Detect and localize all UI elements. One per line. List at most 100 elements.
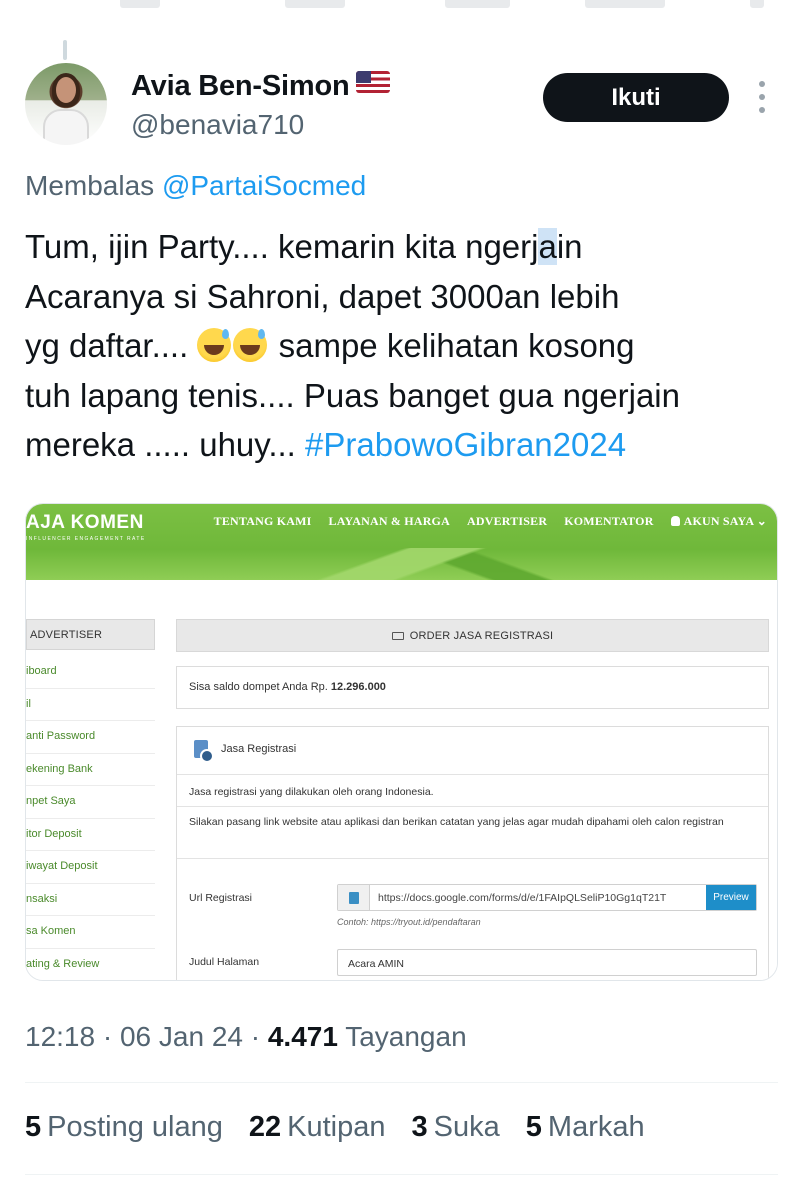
stat-count: 22 (248, 1111, 282, 1143)
logo-text: AJA KOMEN (26, 512, 144, 533)
sidebar-item: ating & Review (26, 949, 155, 981)
like-icon (445, 0, 510, 8)
tweet-line2: Acaranya si Sahroni, dapet 3000an lebih (25, 277, 620, 315)
url-field: https://docs.google.com/forms/d/e/1FAIpQ… (378, 892, 667, 904)
nav-akun-saya-label: AKUN SAYA (683, 514, 754, 528)
sidebar-item: il (26, 689, 155, 721)
logo-tagline: INFLUENCER ENGAGEMENT RATE (26, 536, 146, 542)
sweat-smile-emoji-icon (233, 328, 268, 362)
balance-box: Sisa saldo dompet Anda Rp. 12.296.000 (176, 666, 769, 709)
sidebar-item: ekening Bank (26, 754, 155, 786)
tweet-line5: mereka ..... uhuy... (25, 426, 296, 463)
sweat-smile-emoji-icon (197, 328, 232, 362)
nav-komentator: KOMENTATOR (564, 514, 654, 528)
panel-header: Jasa Registrasi (177, 727, 768, 775)
panel-description: Jasa registrasi yang dilakukan oleh oran… (177, 775, 768, 807)
tweet-meta: 12:18 · 06 Jan 24 · 4.471 Tayangan (25, 1021, 467, 1053)
balance-label: Sisa saldo dompet Anda Rp. (189, 681, 328, 693)
previous-tweet-actions (0, 0, 803, 18)
nav-tentang-kami: TENTANG KAMI (213, 514, 312, 528)
site-logo: AJA KOMEN INFLUENCER ENGAGEMENT RATE (26, 512, 146, 542)
tweet-line4: tuh lapang tenis.... Puas banget gua nge… (25, 376, 680, 414)
tweet-time[interactable]: 12:18 (25, 1021, 95, 1052)
views-icon (585, 0, 665, 8)
nav-akun-saya: AKUN SAYA ⌄ (670, 514, 767, 529)
views-count: 4.471 (267, 1021, 338, 1052)
url-input-group: https://docs.google.com/forms/d/e/1FAIpQ… (337, 884, 757, 911)
stat-count: 5 (525, 1111, 542, 1143)
attached-image[interactable]: AJA KOMEN INFLUENCER ENGAGEMENT RATE TEN… (25, 503, 778, 981)
judul-label: Judul Halaman (189, 956, 260, 968)
follow-button[interactable]: Ikuti (543, 73, 729, 122)
sidebar-item: npet Saya (26, 786, 155, 819)
engagement-stats: 5 Posting ulang 22 Kutipan 3 Suka 5 Markah (25, 1111, 645, 1144)
avatar[interactable] (25, 63, 107, 145)
tweet-line1-b: in (556, 228, 583, 265)
author-display-name[interactable]: Avia Ben-Simon (131, 70, 350, 102)
header-decoration (26, 548, 777, 580)
tweet-line1-a: Tum, ijin Party.... kemarin kita ngerj (25, 228, 539, 265)
sidebar-item: sa Komen (26, 916, 155, 949)
file-icon (348, 891, 359, 904)
stat-reposts[interactable]: 5 Posting ulang (25, 1111, 223, 1144)
document-user-icon (194, 740, 214, 763)
reply-context: Membalas @PartaiSocmed (25, 170, 366, 202)
sidebar-menu: iboard il anti Password ekening Bank npe… (26, 656, 155, 981)
stat-label: Markah (547, 1111, 645, 1143)
nav-advertiser: ADVERTISER (466, 514, 548, 528)
hashtag-link[interactable]: #PrabowoGibran2024 (305, 426, 626, 463)
tweet-line3-a: yg daftar.... (25, 327, 189, 364)
reply-icon (120, 0, 160, 8)
site-body: ADVERTISER iboard il anti Password ekeni… (26, 580, 777, 981)
stat-count: 3 (411, 1111, 428, 1143)
author-handle[interactable]: @benavia710 (131, 109, 304, 141)
nav-layanan-harga: LAYANAN & HARGA (328, 514, 450, 528)
stat-quotes[interactable]: 22 Kutipan (249, 1111, 386, 1144)
sidebar-item: nsaksi (26, 884, 155, 916)
meta-separator: · (250, 1021, 261, 1052)
url-hint: Contoh: https://tryout.id/pendaftaran (337, 917, 481, 927)
sidebar-item: iboard (26, 656, 155, 689)
sidebar-item: itor Deposit (26, 819, 155, 851)
text-selection-highlight: a (538, 228, 557, 265)
site-nav: TENTANG KAMI LAYANAN & HARGA ADVERTISER … (214, 514, 767, 529)
reply-mention-link[interactable]: @PartaiSocmed (162, 170, 366, 201)
balance-value: 12.296.000 (330, 681, 386, 693)
divider (25, 1082, 778, 1083)
divider (25, 1174, 778, 1175)
views-label: Tayangan (345, 1021, 467, 1052)
share-icon (750, 0, 764, 8)
stat-bookmarks[interactable]: 5 Markah (526, 1111, 645, 1144)
retweet-icon (285, 0, 345, 8)
avatar-face (56, 77, 76, 103)
judul-field: Acara AMIN (337, 949, 757, 976)
stat-label: Kutipan (287, 1111, 386, 1143)
author-name[interactable]: Avia Ben-Simon (131, 70, 390, 103)
meta-separator: · (102, 1021, 113, 1052)
registration-panel: Jasa Registrasi Jasa registrasi yang dil… (176, 726, 769, 980)
user-icon (670, 516, 680, 526)
sidebar-item: anti Password (26, 721, 155, 754)
stat-label: Suka (433, 1111, 500, 1143)
panel-instructions: Silakan pasang link website atau aplikas… (177, 807, 768, 859)
order-title-bar: ORDER JASA REGISTRASI (176, 619, 769, 652)
id-card-icon (391, 631, 404, 640)
site-header: AJA KOMEN INFLUENCER ENGAGEMENT RATE TEN… (26, 504, 777, 580)
preview-button: Preview (706, 885, 756, 910)
avatar-coat (43, 109, 89, 145)
stat-likes[interactable]: 3 Suka (412, 1111, 500, 1144)
sidebar-title: ADVERTISER (26, 619, 155, 650)
order-title: ORDER JASA REGISTRASI (409, 629, 554, 642)
reply-prefix: Membalas (25, 170, 155, 201)
tweet-text: Tum, ijin Party.... kemarin kita ngerjai… (25, 222, 795, 470)
thread-connector (63, 40, 67, 60)
url-addon (338, 885, 370, 910)
url-label: Url Registrasi (189, 892, 253, 904)
stat-label: Posting ulang (47, 1111, 223, 1143)
tweet-line3-b: sampe kelihatan kosong (278, 327, 635, 364)
tweet-date[interactable]: 06 Jan 24 (120, 1021, 243, 1052)
panel-title: Jasa Registrasi (221, 743, 297, 755)
stat-count: 5 (25, 1111, 42, 1143)
more-options-icon[interactable] (754, 81, 770, 113)
us-flag-icon (355, 71, 390, 93)
